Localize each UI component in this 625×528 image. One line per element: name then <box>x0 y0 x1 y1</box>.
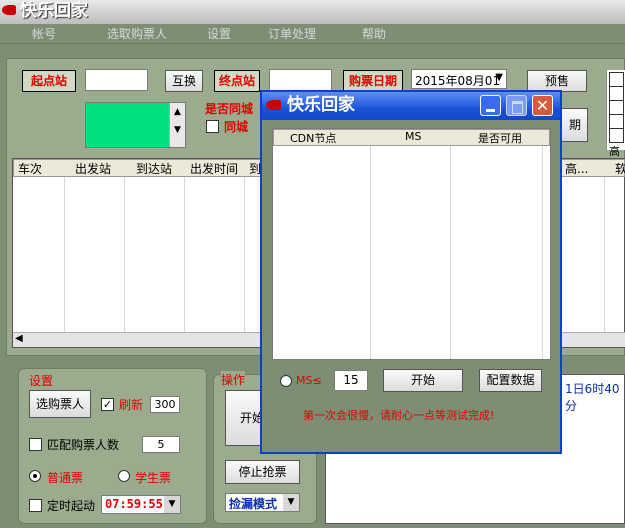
menu-orders[interactable]: 订单处理 <box>268 26 316 42</box>
menu-settings[interactable]: 设置 <box>207 26 231 42</box>
status-text: 1日6时40分 <box>565 382 620 413</box>
stop-grab-button[interactable]: 停止抢票 <box>225 460 300 484</box>
table-column <box>13 177 65 332</box>
cdn-column <box>451 146 543 359</box>
column-header[interactable]: 出发时间 <box>190 160 238 177</box>
table-column <box>125 177 185 332</box>
column-header[interactable]: 到达站 <box>136 160 172 177</box>
menu-account[interactable]: 帐号 <box>32 26 56 42</box>
normal-ticket-radio[interactable] <box>29 470 41 482</box>
cdn-column <box>273 146 371 359</box>
presale-button[interactable]: 预售 <box>527 70 587 92</box>
menu-select-passenger[interactable]: 选取购票人 <box>107 26 167 42</box>
timer-checkbox[interactable] <box>29 499 42 512</box>
maximize-icon <box>506 95 527 116</box>
cdn-column <box>371 146 451 359</box>
to-station-input[interactable] <box>269 69 332 91</box>
student-ticket-label: 学生票 <box>135 471 172 485</box>
list-scrollbar[interactable]: ▲ ▼ <box>169 103 185 147</box>
operation-group-title: 操作 <box>221 371 246 388</box>
dialog-app-icon <box>266 100 281 110</box>
minimize-icon[interactable] <box>480 95 501 116</box>
chevron-left-icon[interactable]: ◀ <box>15 333 23 344</box>
date-label: 购票日期 <box>343 70 403 92</box>
column-header[interactable]: 车次 <box>18 160 42 177</box>
dialog-title: 快乐回家 <box>287 95 355 115</box>
select-passenger-button[interactable]: 选购票人 <box>29 390 91 418</box>
refresh-interval-input[interactable]: 300 <box>150 396 180 413</box>
seat-type-checks: 剛 特 一 二 高 <box>606 70 625 158</box>
timer-input[interactable]: 07:59:55 ▼ <box>101 495 181 514</box>
from-station-label: 起点站 <box>22 70 76 92</box>
column-header[interactable]: 出发站 <box>75 160 111 177</box>
menu-help[interactable]: 帮助 <box>362 26 386 42</box>
column-header[interactable]: 是否可用 <box>478 130 522 146</box>
ms-label: MS≤ <box>296 374 322 387</box>
table-column <box>560 177 605 332</box>
dialog-start-button[interactable]: 开始 <box>383 369 463 392</box>
app-title: 快乐回家 <box>20 1 88 21</box>
match-count-input[interactable]: 5 <box>142 436 180 453</box>
swap-button[interactable]: 互换 <box>165 70 203 92</box>
chevron-down-icon[interactable]: ▼ <box>164 496 180 513</box>
same-city-checkbox[interactable] <box>206 120 219 133</box>
column-header[interactable]: 软 <box>615 160 625 177</box>
title-bar <box>0 0 625 24</box>
table-column <box>65 177 125 332</box>
ms-threshold-input[interactable]: 15 <box>334 370 368 391</box>
timer-value: 07:59:55 <box>105 497 163 511</box>
match-count-label: 匹配购票人数 <box>47 438 120 452</box>
ms-radio[interactable] <box>280 375 292 387</box>
from-station-input[interactable] <box>85 69 148 91</box>
app-icon <box>2 5 16 15</box>
normal-ticket-label: 普通票 <box>47 471 84 485</box>
chevron-down-icon[interactable]: ▼ <box>283 494 299 511</box>
mode-select[interactable]: 捡漏模式 ▼ <box>225 493 300 512</box>
column-header[interactable]: 高... <box>565 160 588 177</box>
match-count-checkbox[interactable] <box>29 438 42 451</box>
table-column <box>185 177 245 332</box>
column-header[interactable]: CDN节点 <box>290 130 336 146</box>
column-header[interactable]: MS <box>405 130 421 143</box>
date-value: 2015年08月01 <box>415 74 501 88</box>
mode-value: 捡漏模式 <box>229 497 278 511</box>
student-ticket-radio[interactable] <box>118 470 130 482</box>
to-station-label: 终点站 <box>214 70 260 92</box>
config-data-button[interactable]: 配置数据 <box>479 369 542 392</box>
chevron-down-icon[interactable]: ▼ <box>495 72 503 83</box>
dialog-note: 第一次会很慢，请耐心一点等测试完成! <box>303 409 495 422</box>
settings-group-title: 设置 <box>29 374 54 388</box>
timer-label: 定时起动 <box>47 499 96 513</box>
refresh-label: 刷新 <box>119 398 144 412</box>
seat-check[interactable]: 高 <box>609 128 625 159</box>
start-grab-button[interactable]: 开始 <box>225 390 265 446</box>
close-icon[interactable]: ✕ <box>532 95 553 116</box>
date-picker[interactable]: 2015年08月01 ▼ <box>411 69 507 89</box>
refresh-checkbox[interactable]: ✓ <box>101 398 114 411</box>
same-city-group-label: 是否同城 <box>205 100 254 117</box>
same-city-label: 同城 <box>224 120 249 134</box>
